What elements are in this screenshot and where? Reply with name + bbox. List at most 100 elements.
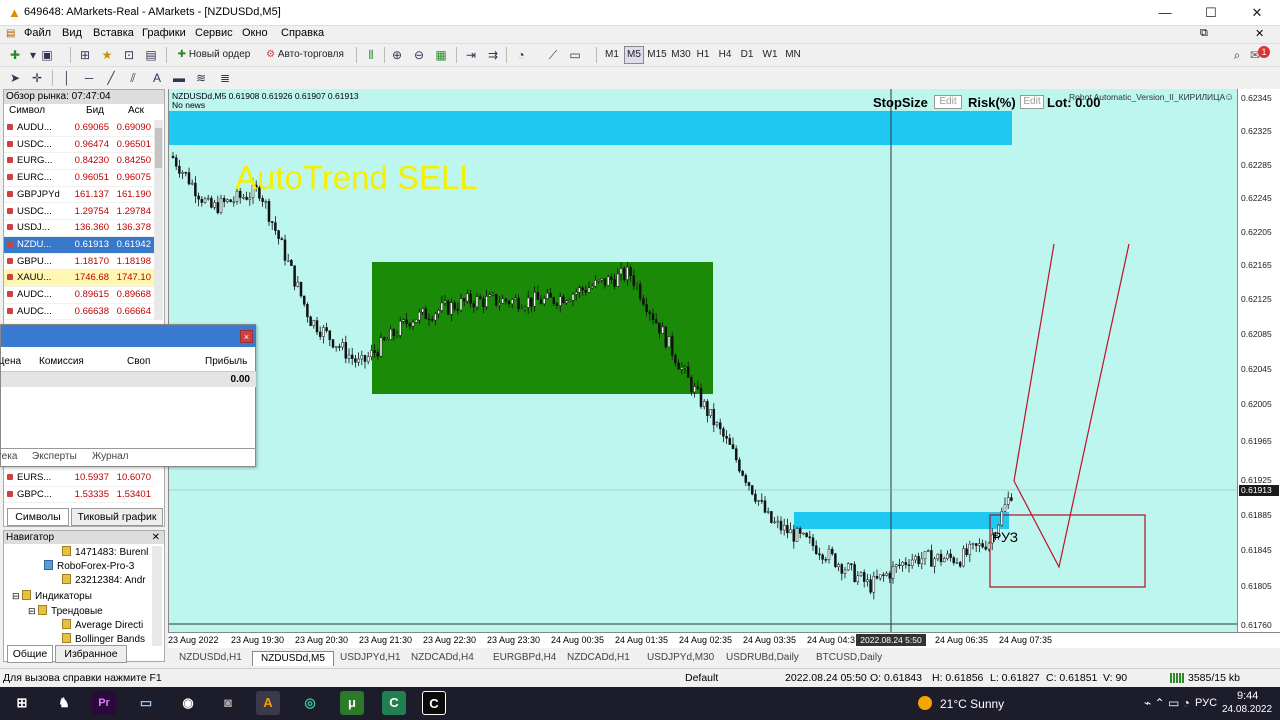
search-icon[interactable]: ⌕ (1228, 47, 1246, 63)
col-ask[interactable]: Аск (128, 105, 144, 119)
periods-icon[interactable]: ◔ (512, 47, 530, 63)
nav-item-account2[interactable]: 23212384: Andr (62, 574, 146, 588)
col-price[interactable]: Цена (0, 356, 21, 367)
chart-shift-icon[interactable]: ⇥ (462, 47, 480, 63)
tf-m5[interactable]: M5 (624, 46, 644, 64)
col-bid[interactable]: Бид (86, 105, 104, 119)
minimize-button[interactable]: — (1142, 0, 1188, 26)
camtasia-icon[interactable]: C (382, 691, 406, 715)
windows-start-icon[interactable]: ⊞ (10, 691, 34, 715)
chrome-icon[interactable]: ◎ (298, 691, 322, 715)
menu-tools[interactable]: Сервис (195, 27, 233, 39)
tab-symbols[interactable]: Символы (7, 508, 69, 526)
market-watch-row[interactable]: AUDC... 0.89615 0.89668 (4, 287, 154, 304)
crosshair-icon[interactable]: ✛ (28, 70, 46, 86)
vertical-line-icon[interactable]: │ (58, 70, 76, 86)
market-watch-row[interactable]: GBPC... 1.53335 1.53401 (4, 487, 154, 504)
clock-date[interactable]: 24.08.2022 (1222, 704, 1272, 715)
nav-item-adx[interactable]: Average Directi (62, 619, 143, 633)
chart-tab[interactable]: USDJPYd,M30 (639, 651, 722, 666)
nav-scrollbar[interactable] (152, 546, 162, 646)
channel-icon[interactable]: ⫽ (124, 70, 142, 86)
tile-windows-icon[interactable]: ▦ (432, 47, 450, 63)
tf-m1[interactable]: M1 (602, 46, 622, 64)
tf-mn[interactable]: MN (783, 46, 803, 64)
chart-tab[interactable]: NZDUSDd,M5 (252, 651, 334, 666)
metatrader-icon[interactable]: A (256, 691, 280, 715)
market-watch-row[interactable]: AUDC... 0.66638 0.66664 (4, 304, 154, 321)
market-watch-row[interactable]: USDJ... 136.360 136.378 (4, 220, 154, 237)
tf-w1[interactable]: W1 (761, 46, 779, 64)
market-watch-row[interactable]: GBPU... 1.18170 1.18198 (4, 254, 154, 271)
app-icon-knight[interactable]: ♞ (52, 691, 76, 715)
col-commission[interactable]: Комиссия (39, 356, 84, 367)
profiles-icon[interactable]: ▣ (38, 47, 56, 63)
market-watch-row[interactable]: XAUU... 1746.68 1747.10 (4, 270, 154, 287)
tf-h1[interactable]: H1 (694, 46, 712, 64)
terminal-titlebar[interactable] (1, 325, 256, 347)
chart-area[interactable]: NZDUSDd,M5 0.61908 0.61926 0.61907 0.619… (168, 89, 1237, 632)
market-watch-row[interactable]: EURG... 0.84230 0.84250 (4, 153, 154, 171)
premiere-icon[interactable]: Pr (92, 691, 116, 715)
tf-m15[interactable]: M15 (646, 46, 668, 64)
stopsize-edit[interactable]: Edit (934, 95, 962, 109)
gann-icon[interactable]: ≣ (216, 70, 234, 86)
tf-m30[interactable]: M30 (670, 46, 692, 64)
capcut-icon[interactable]: C (422, 691, 446, 715)
menu-charts[interactable]: Графики (142, 27, 186, 39)
bar-chart-icon[interactable]: ⫴ (362, 47, 380, 63)
chart-tab[interactable]: BTCUSD,Daily (808, 651, 890, 666)
market-watch-row[interactable]: USDC... 0.96474 0.96501 (4, 137, 154, 154)
navigator-icon[interactable]: ⊡ (120, 47, 138, 63)
menu-view[interactable]: Вид (62, 27, 82, 39)
app-icon-circle[interactable]: ◉ (176, 691, 200, 715)
explorer-icon[interactable]: ▭ (134, 691, 158, 715)
tray-icons[interactable]: ⌁ ⌃ ▭ ◔ (1144, 696, 1190, 710)
menu-insert[interactable]: Вставка (93, 27, 134, 39)
market-watch-row[interactable]: GBPJPYd 161.137 161.190 (4, 187, 154, 204)
market-watch-row[interactable]: EURC... 0.96051 0.96075 (4, 170, 154, 187)
nav-item-trend[interactable]: ⊟ Трендовые (28, 604, 103, 618)
nav-item-server[interactable]: RoboForex-Pro-3 (44, 560, 134, 574)
torrent-icon[interactable]: μ (340, 691, 364, 715)
col-profit[interactable]: Прибыль (205, 356, 247, 367)
terminal-icon[interactable]: ▤ (142, 47, 160, 63)
chart-tab[interactable]: NZDUSDd,H1 (171, 651, 250, 666)
new-order-button[interactable]: ✚ Новый ордер (172, 46, 256, 64)
autotrading-button[interactable]: ⚙ Авто-торговля (260, 46, 350, 64)
tab-favorites[interactable]: Избранное (55, 645, 127, 663)
indicators-icon[interactable]: ⟋ (544, 47, 562, 63)
camera-icon[interactable]: ◙ (216, 691, 240, 715)
tf-h4[interactable]: H4 (716, 46, 734, 64)
col-symbol[interactable]: Символ (9, 105, 45, 119)
notifications-button[interactable]: ✉ 1 (1250, 46, 1270, 64)
tab-library[interactable]: Библиотека (0, 451, 17, 462)
text-icon[interactable]: A (148, 70, 166, 86)
language[interactable]: РУС (1195, 697, 1217, 709)
nav-item-account1[interactable]: 1471483: Burenl (62, 546, 148, 560)
risk-edit[interactable]: Edit (1020, 95, 1044, 109)
fibo-icon[interactable]: ≋ (192, 70, 210, 86)
trendline-icon[interactable]: ╱ (102, 70, 120, 86)
clock-time[interactable]: 9:44 (1237, 690, 1258, 702)
market-watch-row[interactable]: EURS... 10.5937 10.6070 (4, 470, 154, 487)
col-swap[interactable]: Своп (127, 356, 150, 367)
label-icon[interactable]: ▬ (170, 70, 188, 86)
menu-file[interactable]: Файл (24, 27, 51, 39)
market-watch-row[interactable]: NZDU... 0.61913 0.61942 (4, 236, 154, 254)
chart-tab[interactable]: NZDCADd,H1 (559, 651, 638, 666)
terminal-close-button[interactable]: × (240, 330, 253, 343)
cursor-icon[interactable]: ➤ (6, 70, 24, 86)
mdi-restore-button[interactable]: ⧉ (1200, 27, 1208, 40)
tab-tick-chart[interactable]: Тиковый график (71, 508, 163, 526)
new-chart-icon[interactable]: ✚ (6, 47, 24, 63)
tab-common[interactable]: Общие (7, 645, 53, 663)
menu-help[interactable]: Справка (281, 27, 324, 39)
close-icon[interactable]: ✕ (152, 531, 160, 544)
chart-tab[interactable]: NZDCADd,H4 (403, 651, 482, 666)
nav-item-indicators[interactable]: ⊟ Индикаторы (12, 589, 92, 603)
horizontal-line-icon[interactable]: ─ (80, 70, 98, 86)
chart-tab[interactable]: USDRUBd,Daily (718, 651, 807, 666)
tab-experts[interactable]: Эксперты (32, 451, 77, 462)
scrollbar[interactable] (154, 120, 163, 320)
